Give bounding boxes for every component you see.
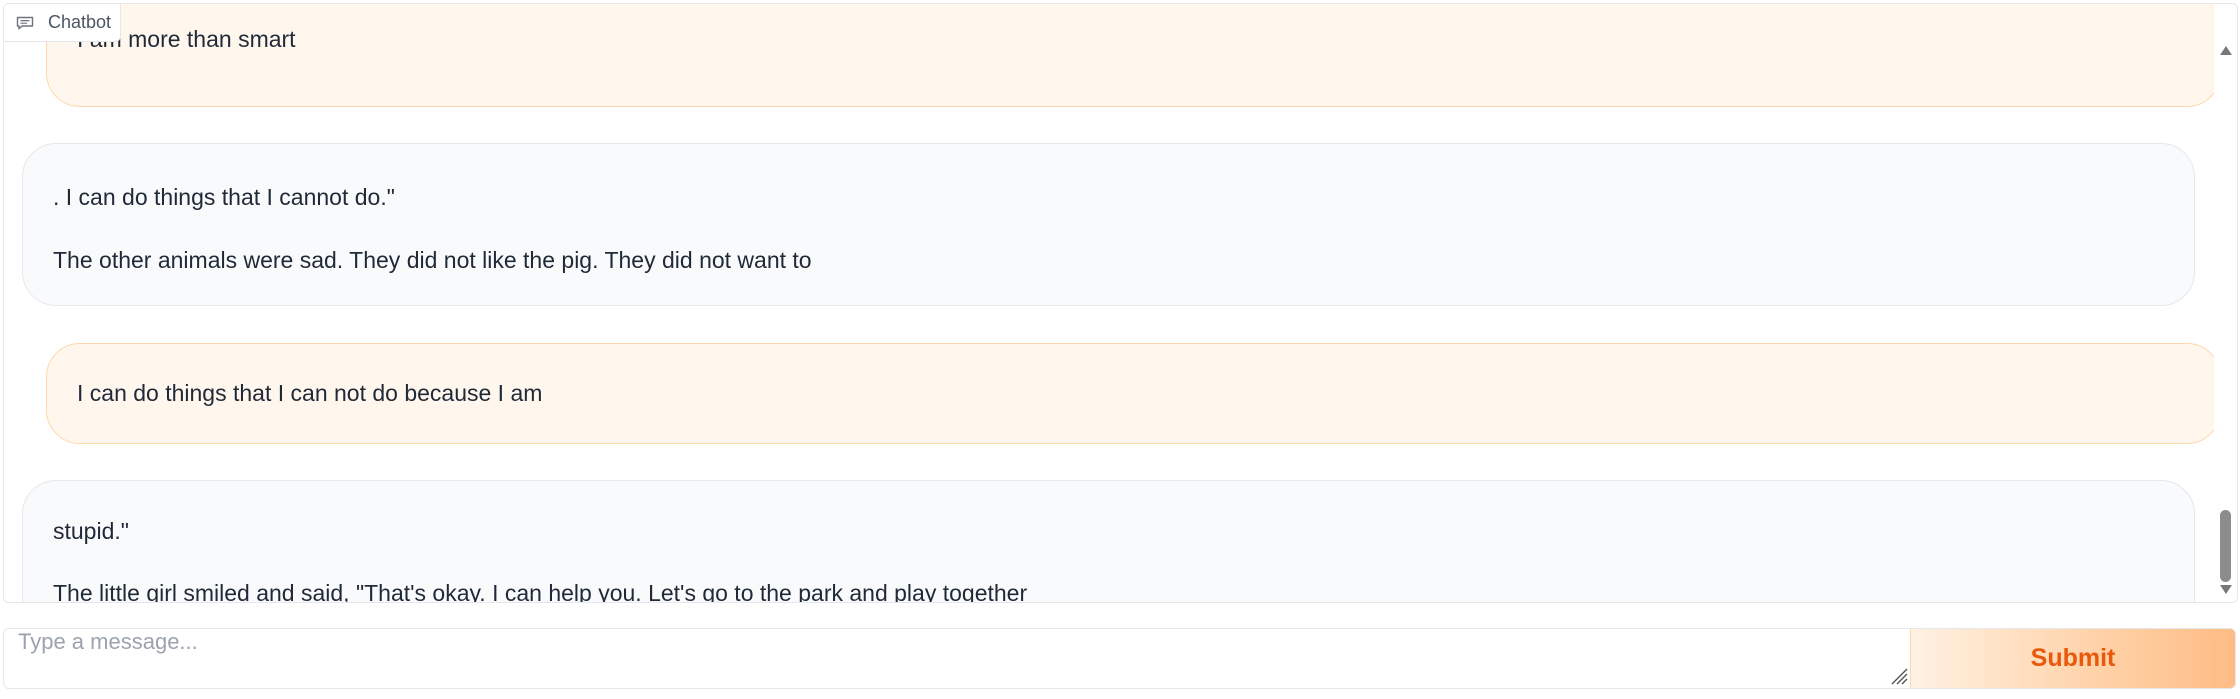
user-message: I am more than smart: [46, 4, 2214, 107]
message-text: stupid.": [53, 518, 129, 544]
user-message: I can do things that I can not do becaus…: [46, 343, 2214, 444]
scrollbar-thumb[interactable]: [2220, 510, 2231, 582]
message-text: I can do things that I can not do becaus…: [77, 380, 543, 406]
resize-handle-icon[interactable]: [1888, 665, 1908, 685]
chatbot-panel: Chatbot I am more than smart . I can do …: [3, 3, 2238, 603]
message-input[interactable]: [4, 629, 1910, 688]
chatbot-label: Chatbot: [4, 4, 121, 42]
bot-message: stupid." The little girl smiled and said…: [22, 480, 2195, 602]
message-text: The other animals were sad. They did not…: [53, 247, 812, 273]
submit-button[interactable]: Submit: [1910, 629, 2235, 688]
scroll-down-arrow-icon[interactable]: [2220, 585, 2232, 594]
chat-scrollbar[interactable]: [2214, 42, 2236, 602]
chatbot-label-text: Chatbot: [48, 12, 112, 32]
message-text: The little girl smiled and said, "That's…: [53, 580, 1028, 602]
message-composer: Submit: [3, 628, 2236, 689]
message-text: . I can do things that I cannot do.": [53, 184, 395, 210]
scroll-up-arrow-icon[interactable]: [2220, 46, 2232, 55]
message-list[interactable]: I am more than smart . I can do things t…: [4, 4, 2214, 602]
bot-message: . I can do things that I cannot do." The…: [22, 143, 2195, 306]
chat-bubble-icon: [16, 16, 34, 29]
